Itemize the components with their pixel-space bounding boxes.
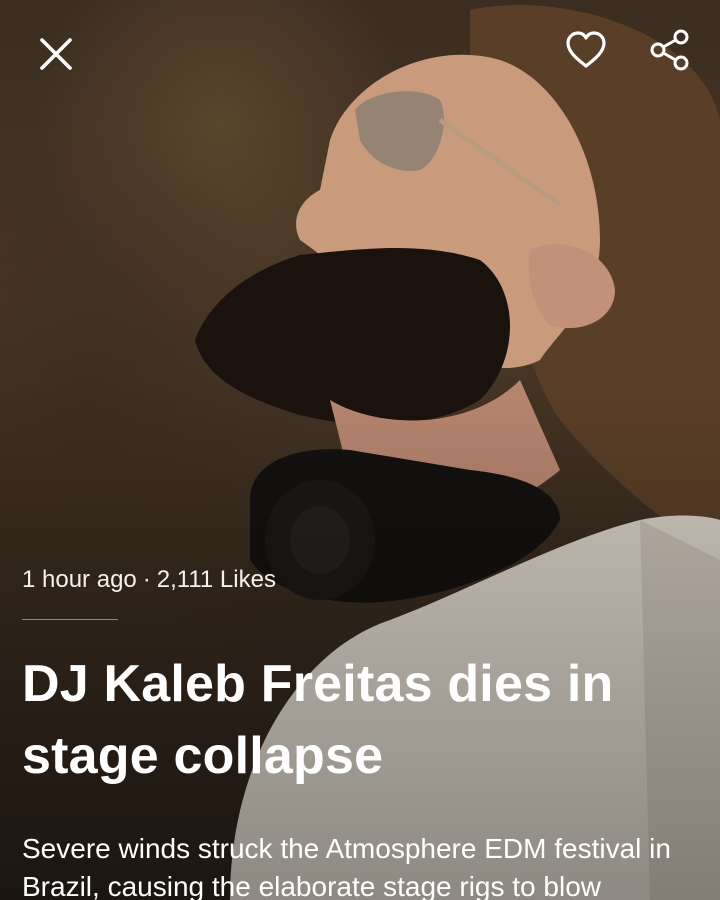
article-content: 1 hour ago · 2,111 Likes DJ Kaleb Freitas … [22,563,700,900]
share-icon [650,29,689,71]
meta-separator: · [142,566,151,593]
top-toolbar [0,28,720,84]
article-headline: DJ Kaleb Freitas dies in stage collapse [22,655,614,785]
close-button[interactable] [30,28,82,80]
like-count: 2,111 Likes [156,566,276,593]
article-summary: Severe winds struck the Atmosphere EDM f… [22,833,671,900]
share-button[interactable] [644,24,696,76]
like-button[interactable] [560,24,612,76]
article-screen: 1 hour ago · 2,111 Likes DJ Kaleb Freitas … [0,0,720,900]
article-meta: 1 hour ago · 2,111 Likes [22,563,700,597]
time-ago: 1 hour ago [22,566,137,593]
heart-outline-icon [566,31,606,68]
divider [22,619,118,620]
close-icon [40,38,72,70]
